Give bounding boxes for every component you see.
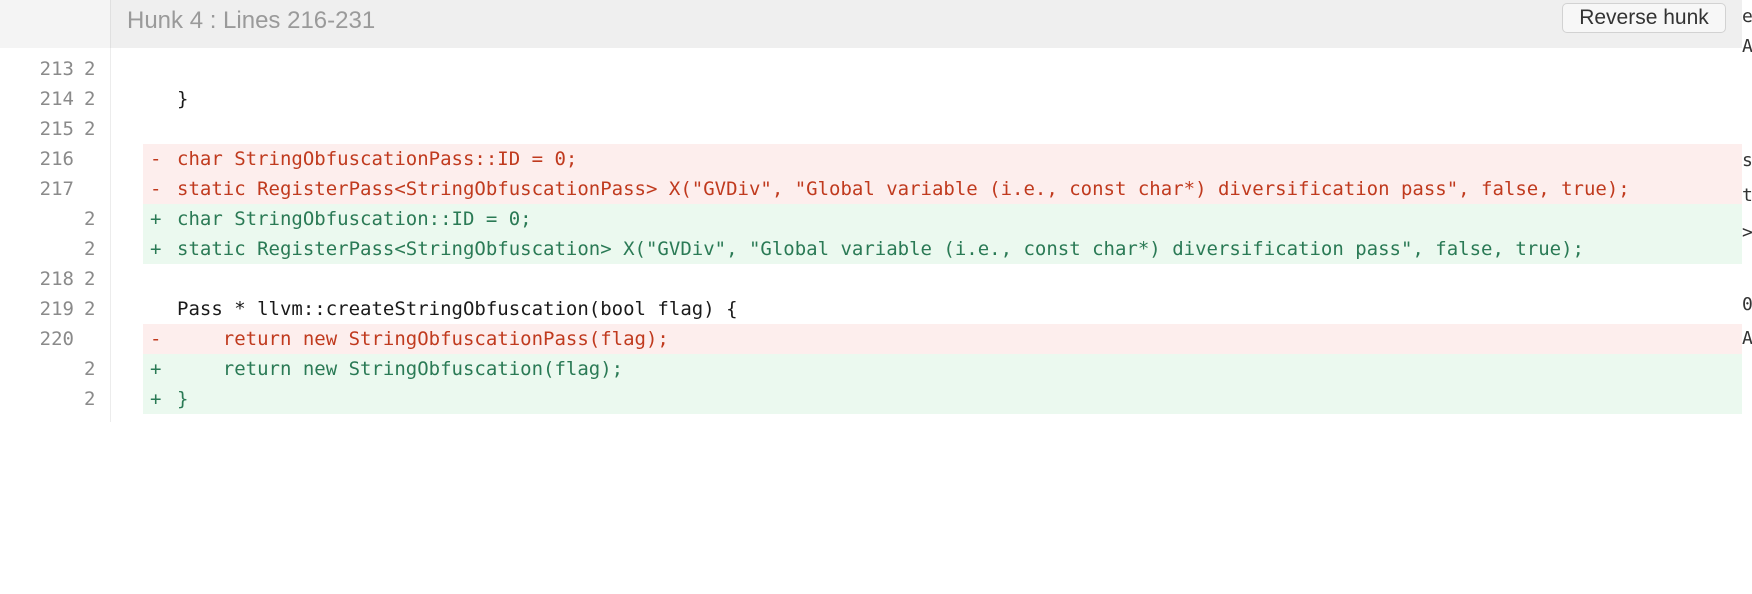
deleted-line[interactable]: 220 - return new StringObfuscationPass(f… — [0, 324, 1742, 354]
old-line-number: 213 — [39, 58, 74, 80]
line-background — [143, 54, 1742, 84]
old-line-number: 218 — [39, 268, 74, 290]
code-text: char StringObfuscationPass::ID = 0; — [177, 148, 578, 170]
added-line[interactable]: 2 + char StringObfuscation::ID = 0; — [0, 204, 1742, 234]
code-text: char StringObfuscation::ID = 0; — [177, 208, 532, 230]
diff-marker: + — [150, 238, 162, 260]
code-text: return new StringObfuscationPass(flag); — [177, 328, 669, 350]
code-text: } — [177, 388, 189, 410]
line-background — [143, 84, 1742, 114]
new-line-number: 2 — [84, 208, 96, 230]
code-text: static RegisterPass<StringObfuscationPas… — [177, 178, 1630, 200]
line-background — [143, 114, 1742, 144]
new-line-number: 2 — [84, 268, 96, 290]
code-text: Pass * llvm::createStringObfuscation(boo… — [177, 298, 738, 320]
diff-marker: - — [150, 328, 162, 350]
edge-glyph: 0 — [1742, 294, 1752, 315]
line-background — [143, 264, 1742, 294]
old-line-number: 214 — [39, 88, 74, 110]
diff-line[interactable]: 215 2 — [0, 114, 1742, 144]
diff-marker: + — [150, 208, 162, 230]
diff-marker: - — [150, 178, 162, 200]
new-line-number: 2 — [84, 358, 96, 380]
hunk-title: Hunk 4 : Lines 216-231 — [127, 7, 376, 34]
diff-line[interactable]: 219 2 Pass * llvm::createStringObfuscati… — [0, 294, 1742, 324]
old-line-number: 215 — [39, 118, 74, 140]
hunk-header: Hunk 4 : Lines 216-231 Reverse hunk — [0, 0, 1742, 48]
code-text: } — [177, 88, 189, 110]
old-line-number: 216 — [39, 148, 74, 170]
deleted-line[interactable]: 217 - static RegisterPass<StringObfuscat… — [0, 174, 1742, 204]
new-line-number: 2 — [84, 88, 96, 110]
old-line-number: 217 — [39, 178, 74, 200]
header-gutter-divider — [110, 0, 111, 48]
edge-glyph: t — [1742, 185, 1752, 206]
new-line-number: 2 — [84, 58, 96, 80]
added-line[interactable]: 2 + } — [0, 384, 1742, 414]
edge-glyph: e — [1742, 6, 1752, 27]
line-background — [143, 384, 1742, 414]
new-line-number: 2 — [84, 118, 96, 140]
edge-glyph: A — [1742, 328, 1752, 349]
reverse-hunk-button[interactable]: Reverse hunk — [1562, 3, 1726, 33]
new-line-number: 2 — [84, 388, 96, 410]
old-line-number: 219 — [39, 298, 74, 320]
diff-view: 213 2 214 2 } 215 2 216 - char StringObf… — [0, 54, 1742, 414]
header-gutter — [0, 0, 110, 48]
new-line-number: 2 — [84, 298, 96, 320]
diff-line[interactable]: 213 2 — [0, 54, 1742, 84]
diff-marker: - — [150, 148, 162, 170]
code-text: return new StringObfuscation(flag); — [177, 358, 624, 380]
diff-line[interactable]: 214 2 } — [0, 84, 1742, 114]
added-line[interactable]: 2 + return new StringObfuscation(flag); — [0, 354, 1742, 384]
code-text: static RegisterPass<StringObfuscation> X… — [177, 238, 1584, 260]
new-line-number: 2 — [84, 238, 96, 260]
deleted-line[interactable]: 216 - char StringObfuscationPass::ID = 0… — [0, 144, 1742, 174]
diff-marker: + — [150, 388, 162, 410]
edge-glyph: A — [1742, 36, 1752, 57]
diff-marker: + — [150, 358, 162, 380]
diff-line[interactable]: 218 2 — [0, 264, 1742, 294]
edge-glyph: > — [1742, 222, 1752, 243]
edge-glyph: s — [1742, 150, 1752, 171]
adjacent-pane-edge: e A s t > 0 A — [1742, 0, 1752, 422]
added-line[interactable]: 2 + static RegisterPass<StringObfuscatio… — [0, 234, 1742, 264]
old-line-number: 220 — [39, 328, 74, 350]
